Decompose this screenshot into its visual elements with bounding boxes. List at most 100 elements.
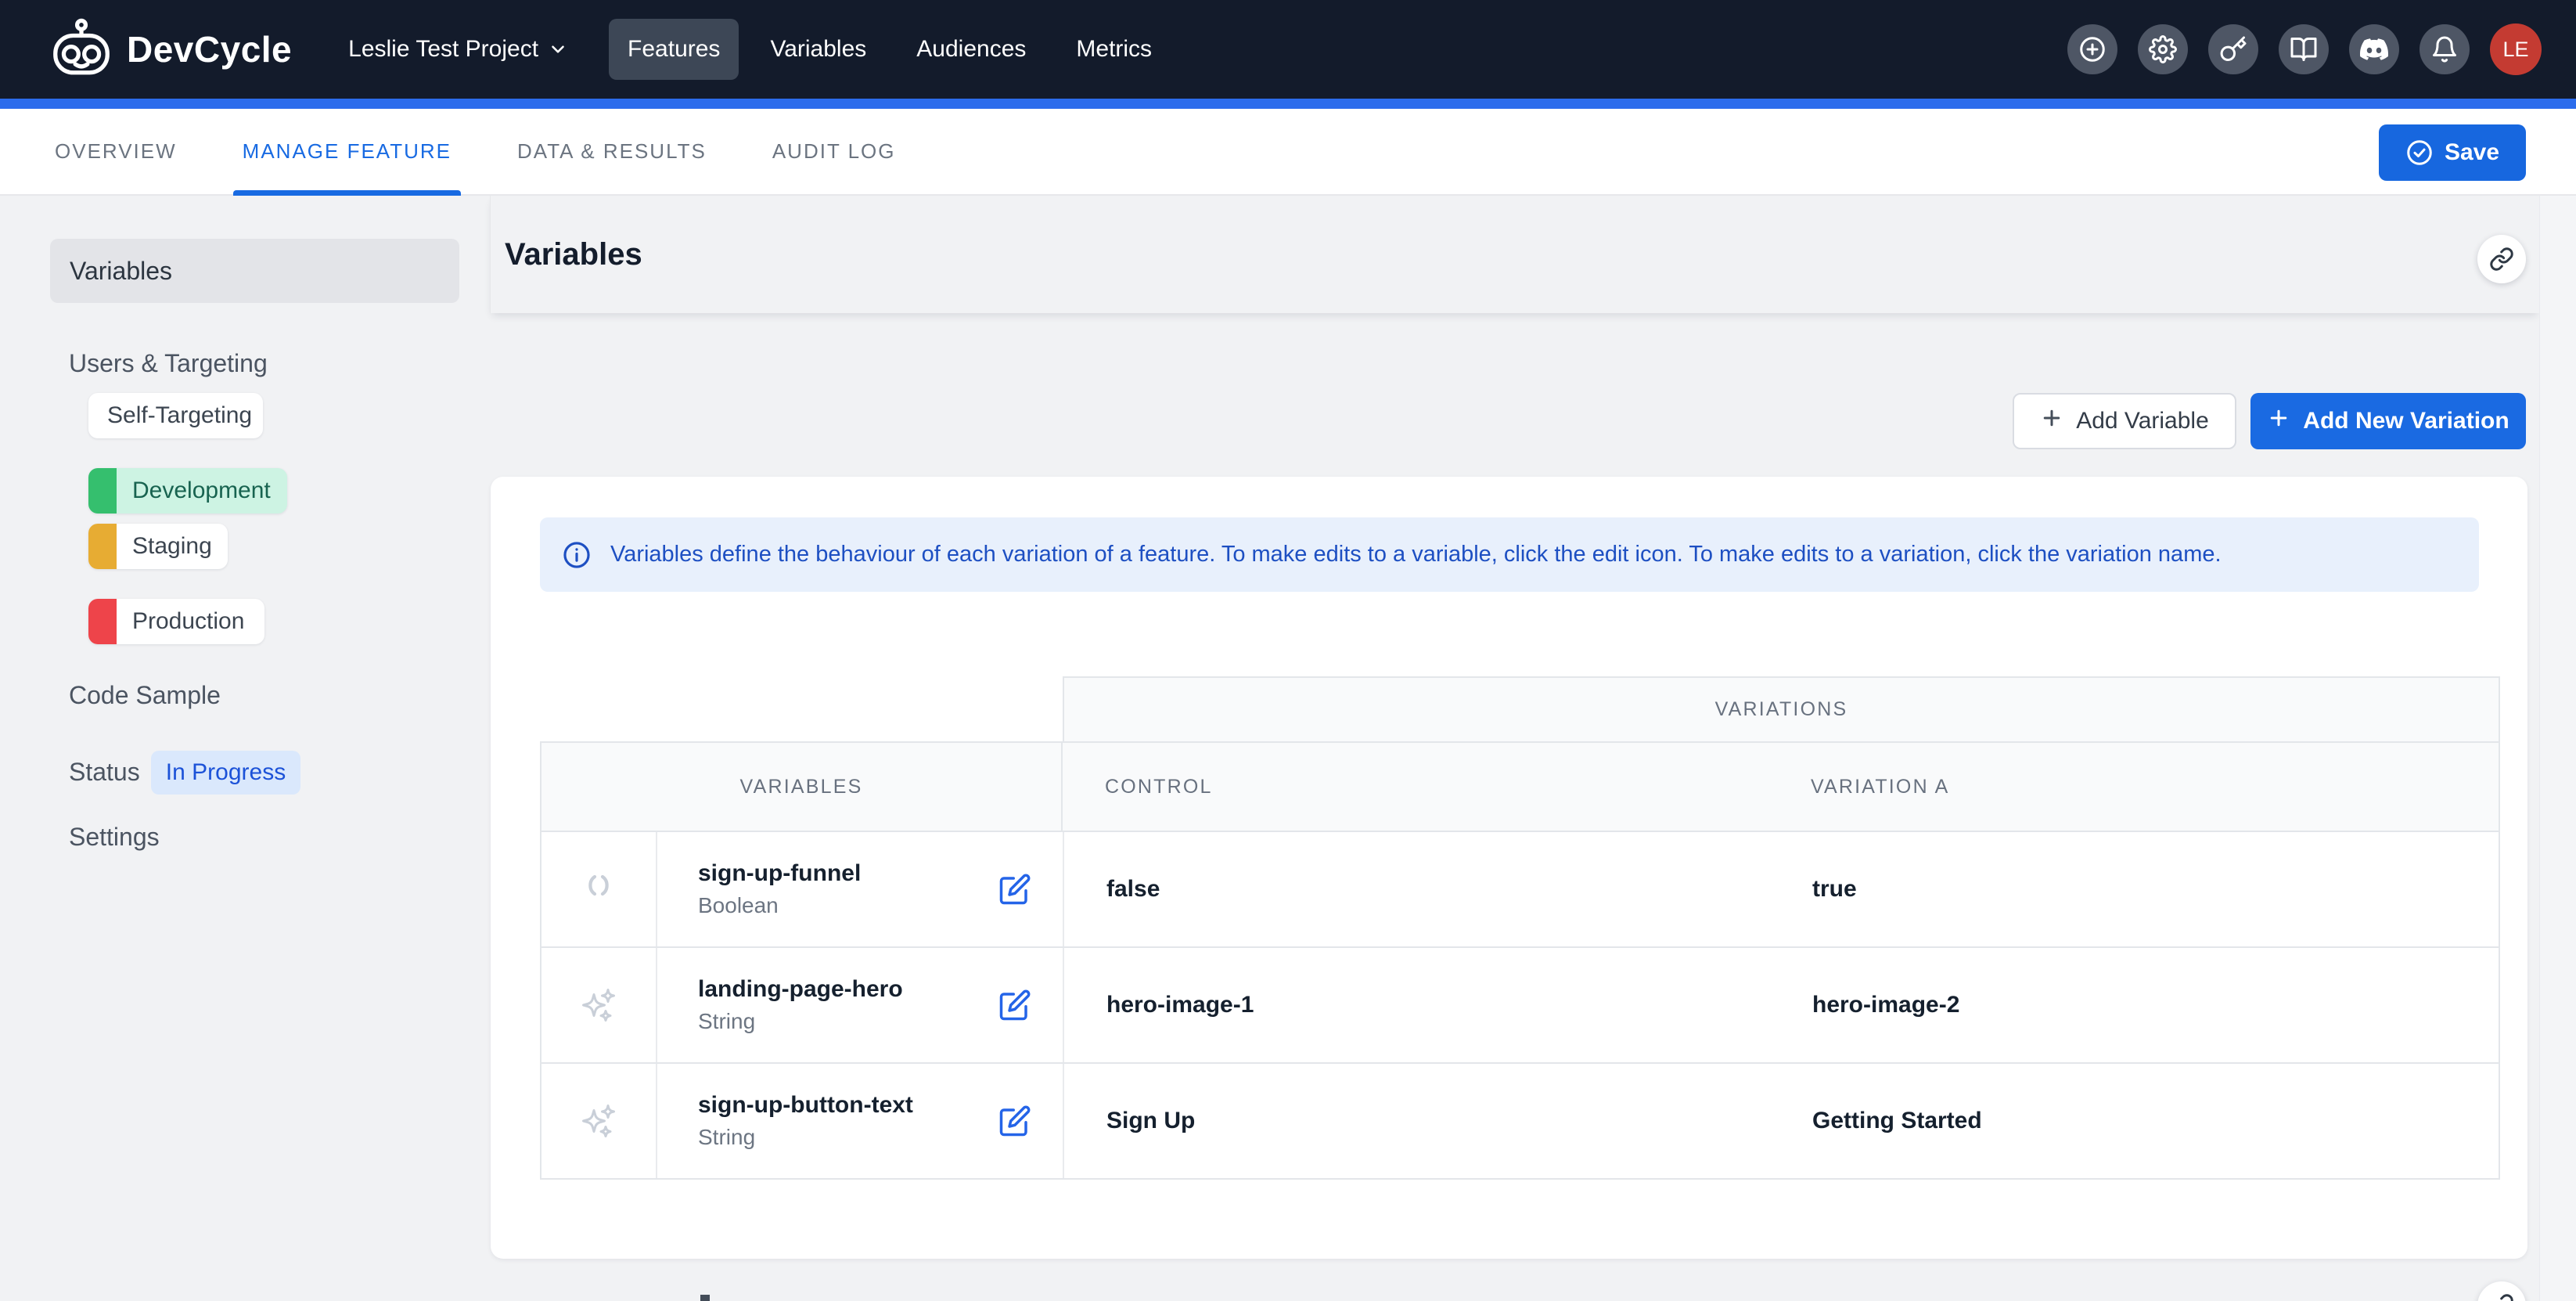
variations-group-header: VARIATIONS bbox=[1063, 676, 2500, 741]
devcycle-robot-icon bbox=[49, 16, 114, 82]
save-button-label: Save bbox=[2445, 139, 2499, 166]
variable-name-cell: sign-up-funnel Boolean bbox=[657, 832, 1064, 946]
variable-name: landing-page-hero bbox=[698, 976, 903, 1003]
variable-name-cell: sign-up-button-text String bbox=[657, 1064, 1064, 1178]
variables-card: Variables define the behaviour of each v… bbox=[491, 477, 2527, 1259]
sidebar-item-variables[interactable]: Variables bbox=[50, 239, 459, 303]
nav-utilities: LE bbox=[2067, 23, 2542, 75]
gear-icon bbox=[2149, 35, 2177, 63]
devcycle-logo[interactable]: DevCycle bbox=[49, 16, 292, 82]
development-env-color-bar bbox=[88, 468, 117, 514]
scrollbar-gutter bbox=[2539, 196, 2576, 1301]
edit-pencil-icon bbox=[998, 1105, 1031, 1137]
bell-icon bbox=[2430, 35, 2459, 63]
nav-item-variables[interactable]: Variables bbox=[751, 19, 885, 80]
tab-data-results[interactable]: DATA & RESULTS bbox=[517, 109, 707, 194]
nav-item-metrics[interactable]: Metrics bbox=[1057, 19, 1171, 80]
feature-tab-bar: OVERVIEW MANAGE FEATURE DATA & RESULTS A… bbox=[0, 109, 2576, 196]
production-label: Production bbox=[132, 608, 244, 635]
variable-name: sign-up-button-text bbox=[698, 1092, 913, 1119]
api-keys-button[interactable] bbox=[2208, 24, 2258, 74]
tab-audit-log[interactable]: AUDIT LOG bbox=[772, 109, 896, 194]
sidebar-item-production[interactable]: Production bbox=[88, 599, 264, 644]
primary-nav: Features Variables Audiences Metrics bbox=[609, 19, 1171, 80]
development-label: Development bbox=[132, 478, 271, 504]
edit-variable-button[interactable] bbox=[998, 989, 1031, 1022]
control-value: false bbox=[1064, 832, 1776, 946]
info-banner: Variables define the behaviour of each v… bbox=[540, 517, 2479, 592]
variable-type-cell bbox=[541, 948, 657, 1062]
add-variable-label: Add Variable bbox=[2076, 408, 2209, 434]
sidebar-item-staging[interactable]: Staging bbox=[88, 524, 228, 569]
chevron-down-icon bbox=[548, 39, 568, 59]
variation-a-value: true bbox=[1776, 832, 2499, 946]
self-targeting-label: Self-Targeting bbox=[107, 402, 252, 429]
docs-button[interactable] bbox=[2279, 24, 2329, 74]
sidebar-item-development[interactable]: Development bbox=[88, 468, 287, 514]
edit-variable-button[interactable] bbox=[998, 873, 1031, 906]
production-env-color-bar bbox=[88, 599, 117, 644]
staging-label: Staging bbox=[132, 533, 212, 560]
control-value: hero-image-1 bbox=[1064, 948, 1776, 1062]
brand-name: DevCycle bbox=[127, 28, 292, 70]
variation-a-value: hero-image-2 bbox=[1776, 948, 2499, 1062]
variable-type: String bbox=[698, 1125, 913, 1150]
edit-pencil-icon bbox=[998, 873, 1031, 906]
info-icon bbox=[562, 540, 592, 570]
sidebar-item-settings[interactable]: Settings bbox=[69, 823, 160, 852]
column-header-control[interactable]: CONTROL bbox=[1063, 743, 1775, 831]
section-link-button[interactable] bbox=[2477, 235, 2526, 283]
edit-pencil-icon bbox=[998, 989, 1031, 1022]
variables-table: VARIATIONS VARIABLES CONTROL VARIATION A… bbox=[540, 676, 2500, 1180]
table-row: sign-up-button-text String Sign Up Getti… bbox=[540, 1064, 2500, 1180]
status-badge: In Progress bbox=[151, 751, 300, 795]
tab-manage-feature[interactable]: MANAGE FEATURE bbox=[243, 109, 452, 194]
nav-item-features[interactable]: Features bbox=[609, 19, 739, 80]
nav-item-audiences[interactable]: Audiences bbox=[898, 19, 1045, 80]
table-row: landing-page-hero String hero-image-1 he… bbox=[540, 948, 2500, 1064]
project-selector[interactable]: Leslie Test Project bbox=[348, 36, 568, 63]
discord-button[interactable] bbox=[2349, 24, 2399, 74]
string-type-sparkles-icon bbox=[580, 986, 617, 1024]
add-variable-button[interactable]: Add Variable bbox=[2013, 393, 2236, 449]
table-column-headers: VARIABLES CONTROL VARIATION A bbox=[540, 741, 2500, 832]
settings-button[interactable] bbox=[2138, 24, 2188, 74]
save-button[interactable]: Save bbox=[2379, 124, 2526, 181]
table-row: sign-up-funnel Boolean false true bbox=[540, 832, 2500, 948]
link-icon bbox=[2489, 247, 2514, 272]
tab-overview[interactable]: OVERVIEW bbox=[55, 109, 177, 194]
variable-type: Boolean bbox=[698, 893, 861, 918]
sidebar-item-users-targeting[interactable]: Users & Targeting bbox=[69, 349, 268, 378]
column-header-variation-a[interactable]: VARIATION A bbox=[1775, 743, 2499, 831]
variable-name: sign-up-funnel bbox=[698, 860, 861, 887]
boolean-type-icon bbox=[580, 870, 617, 908]
variable-type-cell bbox=[541, 1064, 657, 1178]
sidebar-item-status[interactable]: Status bbox=[69, 758, 140, 787]
link-icon bbox=[2489, 1293, 2514, 1301]
add-circle-icon bbox=[2078, 35, 2106, 63]
sidebar-item-self-targeting[interactable]: Self-Targeting bbox=[88, 393, 263, 438]
notifications-button[interactable] bbox=[2419, 24, 2470, 74]
info-banner-text: Variables define the behaviour of each v… bbox=[610, 542, 2222, 568]
content-area: Variables Users & Targeting Self-Targeti… bbox=[0, 196, 2576, 1301]
progress-bar bbox=[0, 99, 2576, 109]
page-title: Variables bbox=[505, 237, 642, 272]
project-name: Leslie Test Project bbox=[348, 36, 538, 63]
section-link-button-partial[interactable] bbox=[2477, 1281, 2526, 1301]
check-circle-icon bbox=[2405, 139, 2434, 167]
plus-icon bbox=[2040, 406, 2063, 436]
clipped-next-section-text bbox=[700, 1295, 710, 1301]
discord-icon bbox=[2360, 35, 2388, 63]
user-avatar[interactable]: LE bbox=[2490, 23, 2542, 75]
edit-variable-button[interactable] bbox=[998, 1105, 1031, 1137]
staging-env-color-bar bbox=[88, 524, 117, 569]
variation-a-value: Getting Started bbox=[1776, 1064, 2499, 1178]
add-circle-button[interactable] bbox=[2067, 24, 2117, 74]
control-value: Sign Up bbox=[1064, 1064, 1776, 1178]
sidebar-item-code-sample[interactable]: Code Sample bbox=[69, 681, 221, 710]
top-nav: DevCycle Leslie Test Project Features Va… bbox=[0, 0, 2576, 99]
variable-name-cell: landing-page-hero String bbox=[657, 948, 1064, 1062]
column-header-variables: VARIABLES bbox=[541, 743, 1063, 831]
add-new-variation-button[interactable]: Add New Variation bbox=[2250, 393, 2526, 449]
string-type-sparkles-icon bbox=[580, 1102, 617, 1140]
